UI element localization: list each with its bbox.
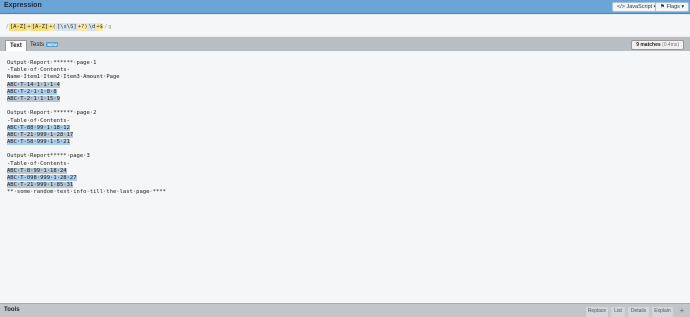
match-count: 9 matches (0.4ms) [631,40,684,50]
text-line: ABC·T-21·999·1·85·31 [7,182,166,189]
text-line: ABC·T-88·99·1·18·12 [7,124,166,132]
text-content: -Table·of·Contents- [7,160,70,167]
match-highlight: ABC·T-2·1·1·8·8 [7,88,57,95]
expression-editor[interactable]: /[A-Z]+[A-Z]+([\s\S]+?)\d+$/g [0,15,690,36]
flags-button[interactable]: ⚑ Flags ▾ [655,2,690,12]
text-line: -Table·of·Contents- [7,118,166,125]
regex-group-open: +( [48,23,57,31]
text-content: Output·Report·******·page·2 [7,110,97,117]
regex-escape-set: [\s\S] [56,23,78,31]
text-line: ABC·T-8·99·1·18·24 [7,167,166,175]
text-line [7,146,166,153]
text-line: -Table·of·Contents- [7,67,166,74]
text-line: Name·Item1·Item2·Item3·Amount·Page [7,74,166,81]
text-lines: Output·Report·******·page·1 -Table·of·Con… [7,60,166,197]
match-highlight: ABC·T-8·99·1·18·24 [7,167,67,174]
text-line: ABC·T-098·999·1·28·27 [7,175,166,182]
regex-expression[interactable]: /[A-Z]+[A-Z]+([\s\S]+?)\d+$/g [5,23,112,31]
text-line: ABC·T-2·1·1·8·8 [7,88,166,96]
tab-text[interactable]: Text [5,40,27,51]
tool-tab-details[interactable]: Details [628,307,649,317]
tool-tab-explain[interactable]: Explain [652,307,673,317]
tools-title: Tools [4,307,20,313]
regex-lazy-close: +?) [77,23,89,31]
text-line: ABC·T-21·999·1·28·17 [7,131,166,139]
regex-char-set: [A-Z] [31,23,49,31]
text-content: Name·Item1·Item2·Item3·Amount·Page [7,74,120,81]
text-content: -Table·of·Contents- [7,117,70,124]
tab-tests-label: Tests [30,42,45,48]
tools-bar: Tools Replace List Details Explain + [0,303,690,317]
text-tab-bar: Text Tests NEW 9 matches (0.4ms) [0,37,690,51]
expression-title: Expression [4,2,42,9]
new-badge: NEW [46,41,59,47]
tool-tab-replace[interactable]: Replace [586,307,608,317]
match-highlight: ABC·T-2·1·1·15·9 [7,95,60,102]
add-tool-button[interactable]: + [677,306,687,317]
text-content: **·some·random·text·info·till·the·last·p… [7,189,166,196]
tool-tab-list[interactable]: List [611,307,625,317]
text-line: ABC·T-14·1·1·1·4 [7,81,166,89]
expression-header: Expression </> JavaScript ▾ ⚑ Flags ▾ [0,0,690,14]
text-line: **·some·random·text·info·till·the·last·p… [7,189,166,196]
match-time: (0.4ms) [662,42,679,48]
text-content: Output·Report*****·page·3 [7,153,90,160]
test-text-area[interactable]: Output·Report·******·page·1 -Table·of·Con… [0,51,690,303]
match-highlight: ABC·T-88·99·1·18·12 [7,124,70,131]
match-highlight: ABC·T-21·999·1·28·17 [7,131,74,138]
match-highlight: ABC·T-14·1·1·1·4 [7,81,60,88]
tab-tests[interactable]: Tests NEW [26,40,62,51]
regex-anchor: +$ [95,23,104,31]
text-line: Output·Report·******·page·2 [7,110,166,117]
match-highlight: ABC·T-098·999·1·28·27 [7,175,77,181]
regex-digit: \d [88,23,96,31]
text-line: ABC·T-58·999·1·5·21 [7,139,166,146]
text-content: -Table·of·Contents- [7,67,70,74]
text-line [7,103,166,110]
text-line: -Table·of·Contents- [7,161,166,168]
text-line: Output·Report·******·page·1 [7,60,166,67]
text-line: Output·Report*****·page·3 [7,153,166,160]
match-count-label: 9 matches [636,42,661,48]
text-line: ABC·T-2·1·1·15·9 [7,95,166,103]
regex-char-set: [A-Z] [9,23,27,31]
text-content: Output·Report·******·page·1 [7,60,97,66]
match-highlight: ABC·T-21·999·1·85·31 [7,182,74,189]
match-highlight: ABC·T-58·999·1·5·21 [7,139,70,146]
regex-flags[interactable]: g [108,23,112,31]
